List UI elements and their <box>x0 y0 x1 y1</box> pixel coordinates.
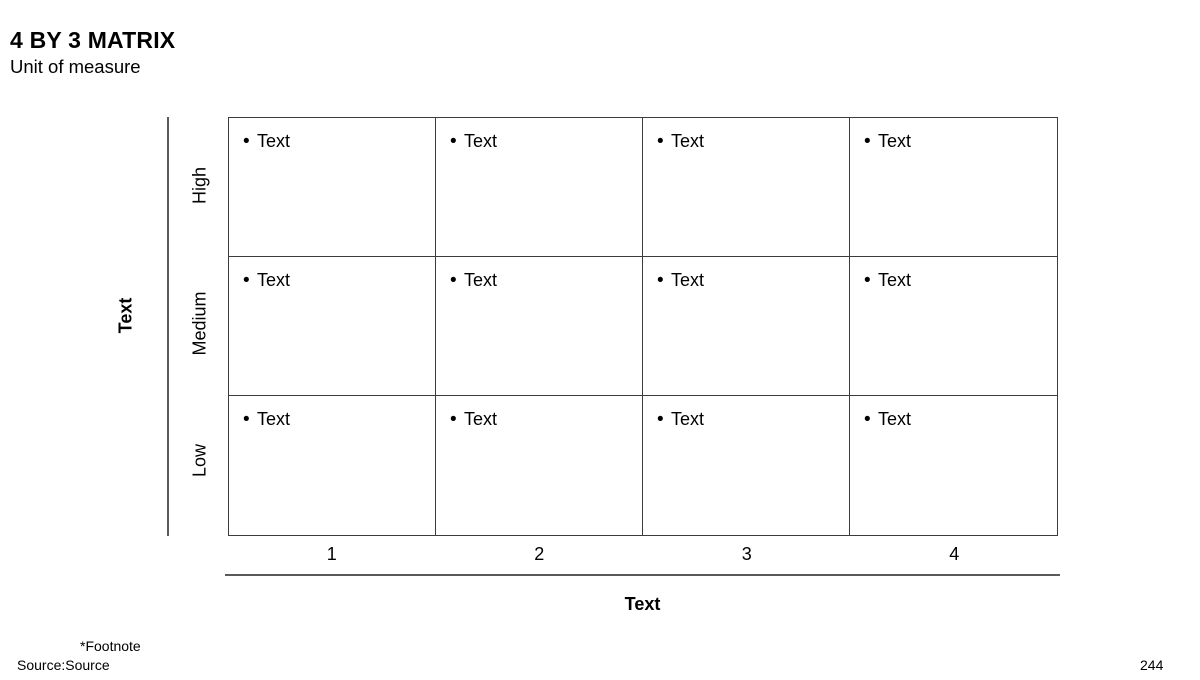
x-axis-line <box>225 574 1060 576</box>
page-title: 4 BY 3 MATRIX <box>10 27 176 53</box>
bullet-item: • Text <box>450 270 642 291</box>
bullet-item: • Text <box>864 270 1057 291</box>
bullet-item: • Text <box>657 131 849 152</box>
matrix-cell[interactable]: • Text <box>229 396 436 535</box>
row-label-low: Low <box>189 443 210 478</box>
matrix-cell[interactable]: • Text <box>643 257 850 396</box>
column-label-1: 1 <box>326 544 337 564</box>
matrix-cell[interactable]: • Text <box>436 257 643 396</box>
bullet-icon: • <box>657 270 664 291</box>
page-number: 244 <box>1140 657 1164 673</box>
bullet-label: Text <box>671 270 705 290</box>
matrix-cell[interactable]: • Text <box>850 118 1057 257</box>
matrix-cell[interactable]: • Text <box>436 118 643 257</box>
bullet-icon: • <box>864 270 871 291</box>
x-axis-title: Text <box>624 594 661 614</box>
column-label-4: 4 <box>949 544 960 564</box>
bullet-icon: • <box>450 409 457 430</box>
bullet-item: • Text <box>657 409 849 430</box>
bullet-item: • Text <box>450 409 642 430</box>
matrix-cell[interactable]: • Text <box>643 396 850 535</box>
row-label-high: High <box>189 166 210 205</box>
bullet-label: Text <box>464 131 498 151</box>
y-axis-title: Text <box>115 297 136 334</box>
matrix-cell[interactable]: • Text <box>436 396 643 535</box>
bullet-icon: • <box>657 409 664 430</box>
source-label: Source:Source <box>17 657 110 673</box>
bullet-label: Text <box>878 270 912 290</box>
column-label-3: 3 <box>741 544 752 564</box>
bullet-item: • Text <box>243 409 435 430</box>
bullet-icon: • <box>450 131 457 152</box>
bullet-label: Text <box>257 270 291 290</box>
matrix-cell[interactable]: • Text <box>850 257 1057 396</box>
bullet-label: Text <box>257 131 291 151</box>
bullet-label: Text <box>464 270 498 290</box>
slide-canvas: 4 BY 3 MATRIX Unit of measure Text Text … <box>0 0 1200 680</box>
bullet-icon: • <box>864 409 871 430</box>
column-label-2: 2 <box>534 544 545 564</box>
bullet-item: • Text <box>864 131 1057 152</box>
bullet-label: Text <box>878 131 912 151</box>
bullet-icon: • <box>657 131 664 152</box>
bullet-label: Text <box>671 131 705 151</box>
bullet-label: Text <box>464 409 498 429</box>
bullet-item: • Text <box>450 131 642 152</box>
bullet-label: Text <box>878 409 912 429</box>
bullet-icon: • <box>864 131 871 152</box>
matrix-cell[interactable]: • Text <box>643 118 850 257</box>
bullet-item: • Text <box>657 270 849 291</box>
footnote: *Footnote <box>80 638 141 654</box>
bullet-icon: • <box>450 270 457 291</box>
row-label-medium: Medium <box>189 291 210 356</box>
matrix-grid: • Text • Text • Text • Text • Text • Tex… <box>228 117 1058 536</box>
bullet-item: • Text <box>243 270 435 291</box>
matrix-cell[interactable]: • Text <box>229 257 436 396</box>
bullet-icon: • <box>243 270 250 291</box>
y-axis-line <box>167 117 169 536</box>
bullet-icon: • <box>243 409 250 430</box>
bullet-item: • Text <box>864 409 1057 430</box>
page-subtitle: Unit of measure <box>10 56 141 77</box>
matrix-cell[interactable]: • Text <box>229 118 436 257</box>
column-label-row: 1 2 3 4 <box>228 540 1058 570</box>
bullet-label: Text <box>671 409 705 429</box>
bullet-icon: • <box>243 131 250 152</box>
bullet-item: • Text <box>243 131 435 152</box>
matrix-cell[interactable]: • Text <box>850 396 1057 535</box>
bullet-label: Text <box>257 409 291 429</box>
